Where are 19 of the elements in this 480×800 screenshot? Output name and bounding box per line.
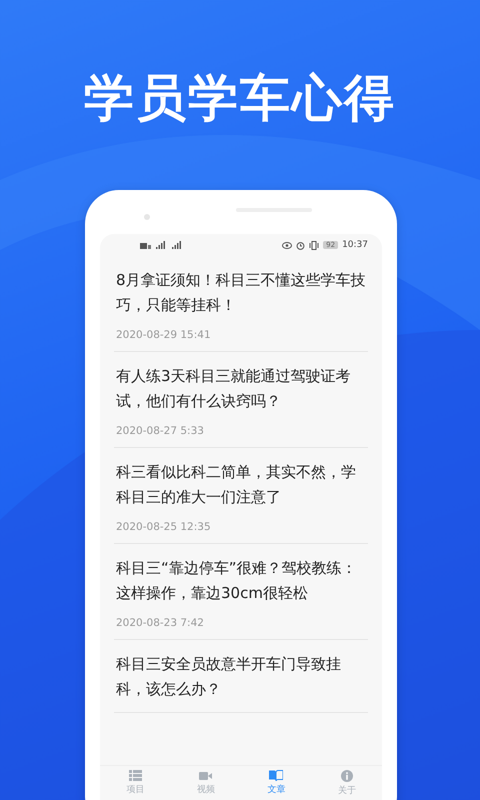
article-date: 2020-08-27 5:33: [116, 425, 205, 437]
status-time: 10:37: [342, 240, 368, 250]
eye-icon: [282, 242, 292, 248]
article-date: 2020-08-29 15:41: [116, 329, 212, 341]
article-title[interactable]: 科三看似比科二简单，其实不然，学科目三的准大一们注意了: [116, 460, 366, 510]
video-icon: [199, 770, 212, 780]
info-icon: [340, 770, 353, 782]
article-title[interactable]: 科目三安全员故意半开车门导致挂科，该怎么办？: [116, 652, 366, 702]
headline: 学员学车心得: [83, 68, 397, 129]
article-date: 2020-08-23 7:42: [116, 617, 205, 629]
alarm-icon: [296, 240, 306, 250]
article-title[interactable]: 科目三“靠边停车”很难？驾校教练：这样操作，靠边30cm很轻松: [116, 556, 366, 606]
camera-icon: [144, 214, 150, 220]
vibrate-icon: [309, 240, 320, 250]
article-title[interactable]: 8月拿证须知！科目三不懂这些学车技巧，只能等挂科！: [116, 268, 366, 318]
article-date: 2020-08-25 12:35: [116, 521, 212, 533]
book-icon: [269, 770, 284, 781]
list-icon: [128, 770, 142, 781]
article-title[interactable]: 有人练3天科目三就能通过驾驶证考试，他们有什么诀窍吗？: [116, 364, 366, 414]
